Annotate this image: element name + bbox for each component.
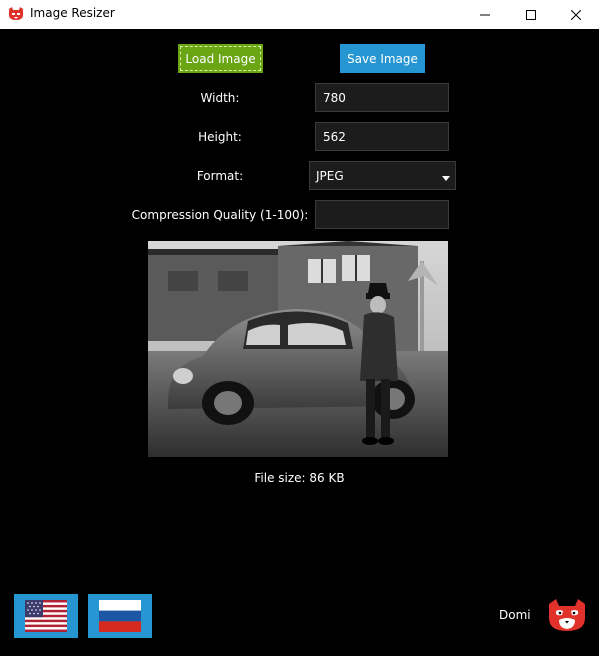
language-russian-button[interactable]: [88, 594, 152, 638]
quality-input[interactable]: [315, 200, 449, 229]
minimize-button[interactable]: [462, 0, 508, 29]
maximize-icon: [526, 9, 536, 20]
width-label: Width:: [200, 91, 240, 105]
russia-flag-icon: [99, 600, 141, 632]
chevron-down-icon: [442, 176, 450, 181]
file-size-label: File size: 86 KB: [254, 471, 345, 485]
format-label: Format:: [196, 169, 244, 183]
save-image-button[interactable]: Save Image: [340, 44, 425, 73]
red-panda-icon: [9, 7, 23, 20]
close-icon: [571, 9, 581, 20]
maximize-button[interactable]: [508, 0, 554, 29]
image-preview: [148, 241, 448, 457]
height-input[interactable]: 562: [315, 122, 449, 151]
width-input[interactable]: 780: [315, 83, 449, 112]
close-button[interactable]: [553, 0, 599, 29]
quality-label: Compression Quality (1-100):: [131, 208, 309, 222]
window-title: Image Resizer: [30, 6, 115, 20]
title-bar: Image Resizer: [0, 0, 599, 29]
height-label: Height:: [198, 130, 242, 144]
minimize-icon: [480, 14, 490, 15]
format-value: JPEG: [316, 169, 344, 183]
format-select[interactable]: JPEG: [309, 161, 456, 190]
language-english-button[interactable]: [14, 594, 78, 638]
author-name: Domi: [499, 608, 531, 622]
us-flag-icon: [25, 600, 67, 632]
red-panda-icon: [549, 599, 585, 631]
load-image-button[interactable]: Load Image: [178, 44, 263, 73]
